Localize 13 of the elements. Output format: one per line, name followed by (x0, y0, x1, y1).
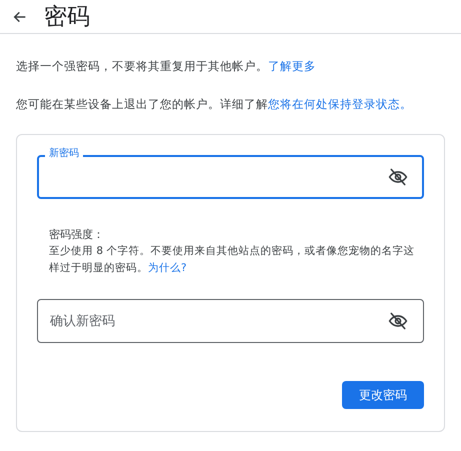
intro-text: 选择一个强密码，不要将其重复用于其他帐户。了解更多 (16, 58, 317, 74)
intro-text: 您可能在某些设备上退出了您的帐户。详细了解您将在何处保持登录状态。 (16, 96, 413, 112)
change-password-button[interactable]: 更改密码 (342, 381, 424, 409)
input-field[interactable]: 确认新密码 (37, 299, 424, 343)
strength-hint: 至少使用 8 个字符。不要使用来自其他站点的密码，或者像您宠物的名字这样过于明显的密码。为什么? (49, 244, 416, 276)
field-label: 新密码 (45, 148, 83, 160)
help-link[interactable]: 了解更多 (268, 59, 316, 73)
page-title: 密码 (44, 2, 90, 32)
why-link[interactable]: 为什么? (148, 262, 187, 274)
eye-off-icon[interactable] (388, 167, 408, 187)
eye-off-icon[interactable] (388, 311, 408, 331)
help-link[interactable]: 您将在何处保持登录状态。 (268, 97, 412, 111)
strength-label: 密码强度： (49, 227, 105, 243)
